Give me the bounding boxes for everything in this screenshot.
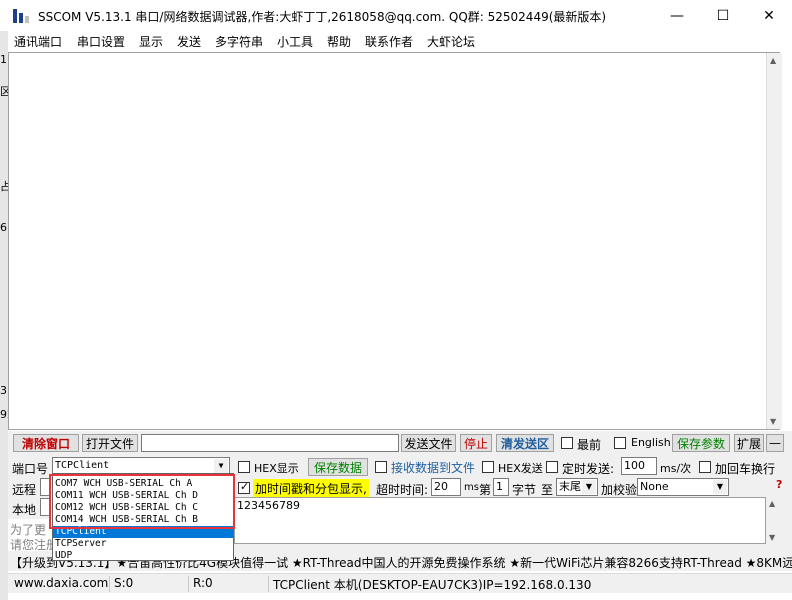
scroll-up-icon[interactable]: ▲ xyxy=(770,56,776,65)
page-label: 第 xyxy=(479,483,492,497)
receive-scrollbar[interactable]: ▲ ▼ xyxy=(766,53,782,429)
receive-text-area[interactable] xyxy=(8,52,780,430)
menu-serial-settings[interactable]: 串口设置 xyxy=(77,33,125,50)
help-icon[interactable]: ? xyxy=(776,478,782,491)
timestamp-checkbox[interactable]: ✓ xyxy=(238,480,250,494)
edge-fragment: 3 xyxy=(0,384,7,397)
local-label: 本地 xyxy=(12,503,37,517)
scroll-down-icon[interactable]: ▼ xyxy=(770,417,776,426)
port-option[interactable]: TCPServer xyxy=(55,538,106,550)
page-input[interactable]: 1 xyxy=(493,478,509,496)
hex-send-checkbox[interactable] xyxy=(482,461,494,473)
topmost-label: 最前 xyxy=(577,438,602,452)
timeout-label: 超时时间: xyxy=(376,483,429,497)
status-sent-count: S:0 xyxy=(109,576,133,592)
status-bar: www.daxia.com S:0 R:0 TCPClient 本机(DESKT… xyxy=(8,573,792,593)
english-label: English xyxy=(631,436,671,449)
byte-label: 字节 xyxy=(512,483,537,497)
port-dropdown-list[interactable]: COM7 WCH USB-SERIAL Ch A COM11 WCH USB-S… xyxy=(52,473,234,561)
status-website[interactable]: www.daxia.com xyxy=(10,576,108,592)
maximize-button[interactable]: ☐ xyxy=(700,0,746,31)
english-checkbox[interactable] xyxy=(614,437,626,449)
menu-send[interactable]: 发送 xyxy=(177,33,201,50)
timed-send-checkbox[interactable] xyxy=(546,461,558,473)
status-connection: TCPClient 本机(DESKTOP-EAU7CK3)IP=192.168.… xyxy=(268,576,591,592)
hex-display-checkbox[interactable] xyxy=(238,461,250,473)
info-text-area: 为了更 请您注册 xyxy=(8,519,53,551)
stop-button[interactable]: 停止 xyxy=(460,434,492,452)
edge-fragment: 1 xyxy=(0,53,7,66)
hex-send-label: HEX发送 xyxy=(498,462,543,475)
to-label: 至 xyxy=(541,483,554,497)
menu-tools[interactable]: 小工具 xyxy=(277,33,313,50)
interval-unit: ms/次 xyxy=(660,462,692,475)
scroll-down-icon[interactable]: ▼ xyxy=(769,533,775,542)
menu-multi-string[interactable]: 多字符串 xyxy=(215,33,263,50)
title-bar[interactable]: SSCOM V5.13.1 串口/网络数据调试器,作者:大虾丁丁,2618058… xyxy=(0,0,792,31)
clear-window-button[interactable]: 清除窗口 xyxy=(13,434,79,452)
chevron-down-icon[interactable]: ▼ xyxy=(214,459,228,473)
recv-to-file-checkbox[interactable] xyxy=(375,461,387,473)
chevron-down-icon[interactable]: ▼ xyxy=(713,480,727,494)
hex-display-label: HEX显示 xyxy=(254,462,299,475)
menu-help[interactable]: 帮助 xyxy=(327,33,351,50)
collapse-button[interactable]: — xyxy=(766,434,784,452)
background-window-edge: 1 区 占 6 3 92 xyxy=(0,31,14,600)
menu-display[interactable]: 显示 xyxy=(139,33,163,50)
close-icon: ✕ xyxy=(763,7,775,24)
clear-send-button[interactable]: 清发送区 xyxy=(496,434,554,452)
save-data-button[interactable]: 保存数据 xyxy=(308,458,368,476)
checksum-select[interactable]: None ▼ xyxy=(637,478,729,496)
interval-input[interactable]: 100 xyxy=(621,457,657,475)
timestamp-label: 加时间戳和分包显示, xyxy=(253,479,369,498)
chevron-down-icon[interactable]: ▼ xyxy=(582,480,596,494)
add-crlf-checkbox[interactable] xyxy=(699,461,711,473)
port-option[interactable]: COM7 WCH USB-SERIAL Ch A xyxy=(55,478,192,490)
send-file-button[interactable]: 发送文件 xyxy=(401,434,456,452)
menu-bar: 通讯端口 串口设置 显示 发送 多字符串 小工具 帮助 联系作者 大虾论坛 xyxy=(8,31,792,51)
edge-fragment: 6 xyxy=(0,221,7,234)
scroll-up-icon[interactable]: ▲ xyxy=(769,499,775,508)
menu-comm-port[interactable]: 通讯端口 xyxy=(14,33,62,50)
local-address-input[interactable] xyxy=(40,498,50,516)
end-select[interactable]: 末尾 ▼ xyxy=(556,478,598,496)
expand-button[interactable]: 扩展 xyxy=(734,434,764,452)
window-title: SSCOM V5.13.1 串口/网络数据调试器,作者:大虾丁丁,2618058… xyxy=(38,10,607,24)
open-file-button[interactable]: 打开文件 xyxy=(82,434,138,452)
remote-label: 远程 xyxy=(12,483,37,497)
remote-address-input[interactable] xyxy=(40,478,50,496)
topmost-checkbox[interactable] xyxy=(561,437,573,449)
check-icon: ✓ xyxy=(240,480,250,493)
add-crlf-label: 加回车换行 xyxy=(715,462,776,476)
file-path-input[interactable] xyxy=(141,434,399,452)
timeout-unit: ms xyxy=(464,482,479,493)
timed-send-label: 定时发送: xyxy=(562,462,615,476)
port-option[interactable]: UDP xyxy=(55,550,72,562)
port-select-value: TCPClient xyxy=(55,460,110,471)
send-scrollbar[interactable]: ▲ ▼ xyxy=(766,497,782,544)
port-label: 端口号 xyxy=(12,462,49,476)
status-received-count: R:0 xyxy=(188,576,213,592)
minimize-icon: — xyxy=(670,7,684,24)
send-text: 123456789 xyxy=(237,499,300,512)
minimize-button[interactable]: — xyxy=(654,0,700,31)
port-option[interactable]: COM14 WCH USB-SERIAL Ch B xyxy=(55,514,198,526)
port-option[interactable]: COM12 WCH USB-SERIAL Ch C xyxy=(55,502,198,514)
menu-contact-author[interactable]: 联系作者 xyxy=(365,33,413,50)
close-button[interactable]: ✕ xyxy=(746,0,792,31)
info-line: 请您注册 xyxy=(10,538,53,551)
maximize-icon: ☐ xyxy=(716,7,730,24)
recv-to-file-label[interactable]: 接收数据到文件 xyxy=(391,459,475,476)
checksum-label: 加校验 xyxy=(601,483,638,497)
timeout-input[interactable]: 20 xyxy=(431,478,461,496)
sscom-logo-icon xyxy=(13,9,29,23)
port-option[interactable]: COM11 WCH USB-SERIAL Ch D xyxy=(55,490,198,502)
menu-forum[interactable]: 大虾论坛 xyxy=(427,33,475,50)
send-text-area[interactable]: 123456789 xyxy=(234,497,766,544)
port-option-selected[interactable]: TCPClient xyxy=(53,526,233,538)
save-params-button[interactable]: 保存参数 xyxy=(672,434,730,452)
